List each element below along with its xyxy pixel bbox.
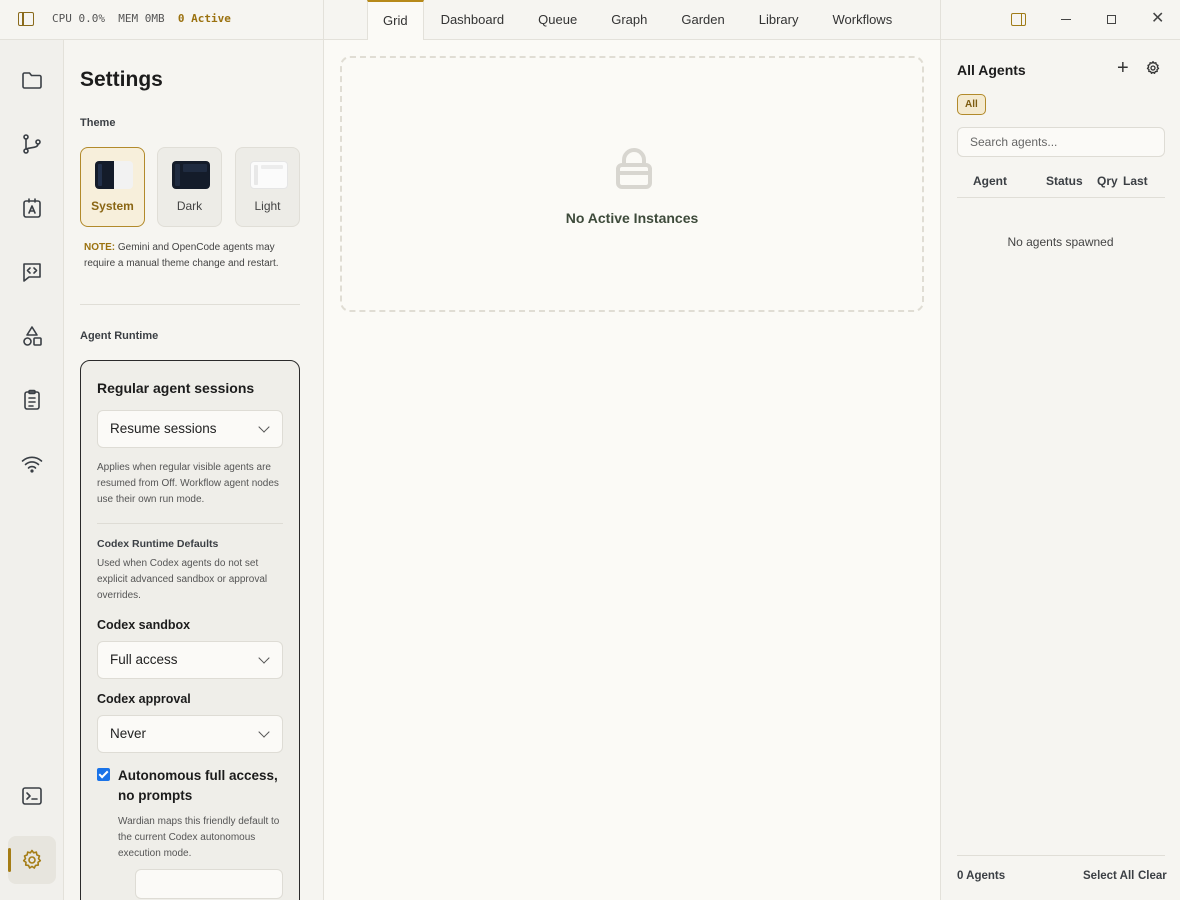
session-help-text: Applies when regular visible agents are …: [97, 462, 279, 505]
mem-stat: MEM 0MB: [118, 12, 165, 25]
filter-chip-all[interactable]: All: [957, 94, 986, 115]
chevron-down-icon: [258, 652, 270, 664]
theme-label-system: System: [91, 199, 134, 213]
tab-garden[interactable]: Garden: [664, 0, 741, 40]
theme-option-system[interactable]: System: [80, 147, 145, 227]
autonomous-help-text: Wardian maps this friendly default to th…: [118, 816, 280, 859]
agent-runtime-label: Agent Runtime: [80, 330, 159, 342]
codex-approval-select[interactable]: Never: [97, 715, 283, 753]
gear-icon[interactable]: [20, 848, 44, 872]
session-mode-value: Resume sessions: [110, 421, 217, 436]
clear-button[interactable]: Clear: [1138, 870, 1167, 882]
codex-defaults-heading: Codex Runtime Defaults: [97, 538, 219, 550]
settings-panel: Settings Theme System Dark Light NOTE: G…: [64, 40, 324, 900]
chevron-down-icon: [258, 421, 270, 433]
codex-sandbox-select[interactable]: Full access: [97, 641, 283, 679]
tab-graph[interactable]: Graph: [594, 0, 664, 40]
agents-table-header: Agent Status Qry Last: [957, 174, 1165, 198]
git-branch-icon[interactable]: [20, 132, 44, 156]
settings-title: Settings: [80, 68, 163, 91]
close-icon[interactable]: ✕: [1151, 11, 1164, 27]
sidebar-toggle-icon[interactable]: [18, 12, 34, 26]
tab-workflows[interactable]: Workflows: [815, 0, 909, 40]
theme-option-dark[interactable]: Dark: [157, 147, 222, 227]
agent-runtime-card: Regular agent sessions Resume sessions A…: [80, 360, 300, 900]
title-bar: CPU 0.0% MEM 0MB 0 Active Grid Dashboard…: [0, 0, 1180, 40]
column-last[interactable]: Last: [1123, 174, 1148, 188]
theme-note: NOTE: Gemini and OpenCode agents may req…: [84, 240, 304, 272]
theme-label-light: Light: [254, 199, 281, 213]
runtime-divider: [97, 523, 283, 524]
wifi-icon[interactable]: [20, 452, 44, 476]
chevron-down-icon: [258, 726, 270, 738]
clipboard-icon[interactable]: [20, 388, 44, 412]
autonomous-label[interactable]: Autonomous full access, no prompts: [118, 766, 288, 806]
autonomous-checkbox[interactable]: [97, 768, 110, 781]
tab-grid[interactable]: Grid: [367, 0, 424, 40]
agents-footer: 0 Agents Select All Clear: [957, 855, 1167, 900]
folder-icon[interactable]: [20, 68, 44, 92]
dark-theme-thumbnail: [172, 161, 210, 189]
tab-dashboard[interactable]: Dashboard: [424, 0, 522, 40]
agents-title: All Agents: [957, 62, 1026, 78]
icon-rail: [0, 40, 64, 900]
column-qry[interactable]: Qry: [1097, 174, 1118, 188]
lock-icon: [616, 148, 652, 189]
window-controls: ✕: [940, 0, 1180, 40]
maximize-icon[interactable]: [1107, 15, 1116, 24]
search-agents-input[interactable]: [957, 127, 1165, 157]
tab-library[interactable]: Library: [742, 0, 816, 40]
tab-queue[interactable]: Queue: [521, 0, 594, 40]
theme-option-light[interactable]: Light: [235, 147, 300, 227]
code-chat-icon[interactable]: [20, 260, 44, 284]
codex-sandbox-value: Full access: [110, 652, 178, 667]
agent-count: 0 Agents: [957, 870, 1006, 882]
agents-settings-gear-icon[interactable]: [1145, 60, 1161, 76]
empty-instances-placeholder: No Active Instances: [340, 56, 924, 312]
right-panel-toggle-icon[interactable]: [1011, 13, 1026, 26]
light-theme-thumbnail: [250, 161, 288, 189]
empty-state-title: No Active Instances: [565, 210, 699, 226]
theme-label-dark: Dark: [176, 199, 203, 213]
system-stats: CPU 0.0% MEM 0MB 0 Active: [52, 12, 231, 25]
terminal-icon[interactable]: [20, 784, 44, 808]
codex-help-text: Used when Codex agents do not set explic…: [97, 558, 268, 601]
agent-badge-icon[interactable]: [20, 196, 44, 220]
column-status[interactable]: Status: [1046, 174, 1083, 188]
theme-section-label: Theme: [80, 117, 116, 129]
topbar-left: CPU 0.0% MEM 0MB 0 Active: [0, 0, 324, 40]
select-all-button[interactable]: Select All: [1083, 870, 1134, 882]
regular-sessions-title: Regular agent sessions: [97, 380, 255, 396]
system-theme-thumbnail: [95, 161, 133, 189]
column-agent[interactable]: Agent: [973, 174, 1007, 188]
minimize-icon[interactable]: [1061, 19, 1071, 20]
shapes-icon[interactable]: [20, 324, 44, 348]
note-prefix: NOTE:: [84, 242, 116, 253]
cpu-stat: CPU 0.0%: [52, 12, 105, 25]
codex-approval-label: Codex approval: [97, 692, 191, 706]
section-divider: [80, 304, 300, 305]
add-agent-icon[interactable]: +: [1117, 58, 1129, 78]
main-grid-area: No Active Instances: [324, 40, 940, 900]
next-field-partial[interactable]: [135, 869, 283, 899]
no-agents-message: No agents spawned: [1007, 235, 1114, 249]
codex-approval-value: Never: [110, 726, 147, 741]
codex-sandbox-label: Codex sandbox: [97, 618, 191, 632]
session-mode-select[interactable]: Resume sessions: [97, 410, 283, 448]
agents-panel: All Agents + All Agent Status Qry Last N…: [940, 40, 1180, 900]
active-count: 0 Active: [177, 12, 231, 25]
main-tabs: Grid Dashboard Queue Graph Garden Librar…: [367, 0, 909, 40]
